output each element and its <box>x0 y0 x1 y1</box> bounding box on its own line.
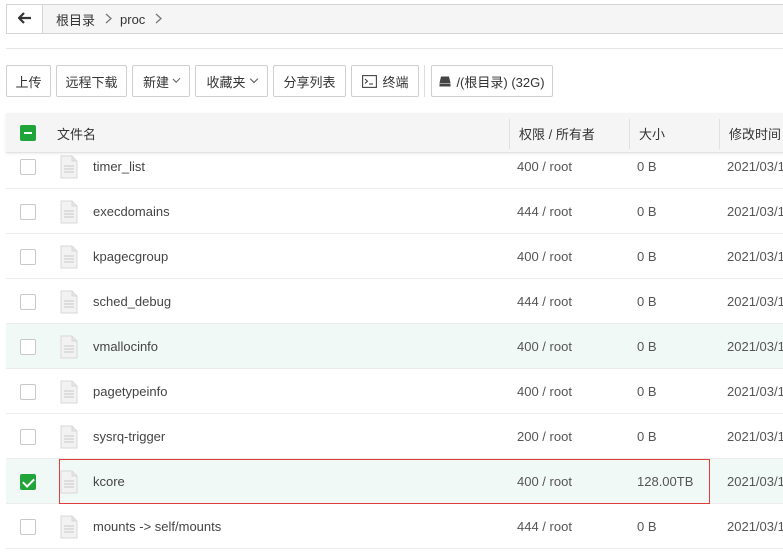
column-divider <box>719 119 720 149</box>
file-name[interactable]: kcore <box>93 459 125 504</box>
file-name[interactable]: pagetypeinfo <box>93 369 167 414</box>
file-size: 0 B <box>637 204 657 219</box>
divider <box>6 48 783 49</box>
breadcrumb-proc[interactable]: proc <box>120 12 145 27</box>
file-perm[interactable]: 400 / root <box>517 459 572 504</box>
column-divider <box>629 119 630 149</box>
terminal-button[interactable]: 终端 <box>351 65 419 97</box>
table-row[interactable]: sysrq-trigger 200 / root 0 B 2021/03/1 <box>6 414 783 459</box>
row-checkbox[interactable] <box>20 338 36 355</box>
file-mtime: 2021/03/1 <box>727 294 783 309</box>
table-row[interactable]: mounts -> self/mounts 444 / root 0 B 202… <box>6 504 783 549</box>
table-header: 文件名 权限 / 所有者 大小 修改时间 <box>6 113 783 153</box>
file-icon <box>60 189 78 234</box>
file-size: 0 B <box>637 429 657 444</box>
chevron-down-icon <box>249 74 258 84</box>
row-checkbox[interactable] <box>20 248 36 265</box>
table-row[interactable]: vmallocinfo 400 / root 0 B 2021/03/1 <box>6 324 783 369</box>
file-name[interactable]: vmallocinfo <box>93 324 158 369</box>
path-bar: 根目录 proc <box>6 4 783 34</box>
arrow-left-icon <box>16 11 32 27</box>
new-dropdown-button[interactable]: 新建 <box>132 65 190 97</box>
table-row[interactable]: sched_debug 444 / root 0 B 2021/03/1 <box>6 279 783 324</box>
upload-button[interactable]: 上传 <box>6 65 51 97</box>
column-header-perm[interactable]: 权限 / 所有者 <box>519 113 595 153</box>
file-perm[interactable]: 400 / root <box>517 324 572 369</box>
file-perm[interactable]: 400 / root <box>517 369 572 414</box>
file-perm[interactable]: 444 / root <box>517 279 572 324</box>
back-button[interactable] <box>7 5 43 33</box>
file-perm[interactable]: 444 / root <box>517 504 572 549</box>
remote-download-button[interactable]: 远程下载 <box>56 65 127 97</box>
row-checkbox[interactable] <box>20 383 36 400</box>
checkbox[interactable] <box>20 125 36 141</box>
file-name[interactable]: sched_debug <box>93 279 171 324</box>
row-checkbox[interactable] <box>20 428 36 445</box>
file-name[interactable]: sysrq-trigger <box>93 414 165 459</box>
file-mtime: 2021/03/1 <box>727 384 783 399</box>
column-header-name[interactable]: 文件名 <box>57 113 96 153</box>
row-checkbox[interactable] <box>20 158 36 175</box>
terminal-icon <box>361 74 377 88</box>
table-row-selected[interactable]: kcore 400 / root 128.00TB 2021/03/1 <box>6 459 783 504</box>
chevron-right-icon <box>155 12 163 27</box>
file-mtime: 2021/03/1 <box>727 474 783 489</box>
share-list-button[interactable]: 分享列表 <box>273 65 346 97</box>
file-icon <box>60 324 78 369</box>
file-name[interactable]: execdomains <box>93 189 170 234</box>
column-header-size[interactable]: 大小 <box>639 113 665 153</box>
row-checkbox[interactable] <box>20 293 36 310</box>
file-mtime: 2021/03/1 <box>727 249 783 264</box>
table-row[interactable]: execdomains 444 / root 0 B 2021/03/1 <box>6 189 783 234</box>
chevron-right-icon <box>105 12 112 27</box>
breadcrumb: 根目录 proc <box>43 5 170 33</box>
file-size: 0 B <box>637 294 657 309</box>
file-icon <box>60 414 78 459</box>
file-size: 0 B <box>637 519 657 534</box>
file-perm[interactable]: 444 / root <box>517 189 572 234</box>
file-size: 0 B <box>637 339 657 354</box>
column-divider <box>509 119 510 149</box>
table-row[interactable]: kpagecgroup 400 / root 0 B 2021/03/1 <box>6 234 783 279</box>
toolbar: 上传 远程下载 新建 收藏夹 分享列表 终端 /(根目录) (32G) <box>6 65 558 97</box>
file-perm[interactable]: 400 / root <box>517 234 572 279</box>
toolbar-separator <box>424 65 425 97</box>
file-mtime: 2021/03/1 <box>727 204 783 219</box>
file-icon <box>60 234 78 279</box>
chevron-down-icon <box>172 75 181 83</box>
file-mtime: 2021/03/1 <box>727 339 783 354</box>
file-name[interactable]: kpagecgroup <box>93 234 168 279</box>
row-checkbox[interactable] <box>20 518 36 535</box>
row-checkbox[interactable] <box>20 203 36 220</box>
row-checkbox-checked[interactable] <box>20 473 36 490</box>
favorites-dropdown-button[interactable]: 收藏夹 <box>195 65 268 97</box>
file-size: 0 B <box>637 249 657 264</box>
file-icon <box>60 459 78 504</box>
file-icon <box>60 279 78 324</box>
file-name[interactable]: mounts -> self/mounts <box>93 504 221 549</box>
breadcrumb-root[interactable]: 根目录 <box>56 10 95 29</box>
file-perm[interactable]: 200 / root <box>517 414 572 459</box>
table-row[interactable]: pagetypeinfo 400 / root 0 B 2021/03/1 <box>6 369 783 414</box>
file-size: 128.00TB <box>637 474 694 489</box>
column-header-mtime[interactable]: 修改时间 <box>729 113 781 153</box>
file-icon <box>60 369 78 414</box>
hard-drive-icon <box>439 76 451 87</box>
select-all-checkbox[interactable] <box>20 113 36 153</box>
file-mtime: 2021/03/1 <box>727 429 783 444</box>
file-mtime: 2021/03/1 <box>727 519 783 534</box>
disk-button[interactable]: /(根目录) (32G) <box>431 65 553 97</box>
file-size: 0 B <box>637 384 657 399</box>
file-icon <box>60 504 78 549</box>
